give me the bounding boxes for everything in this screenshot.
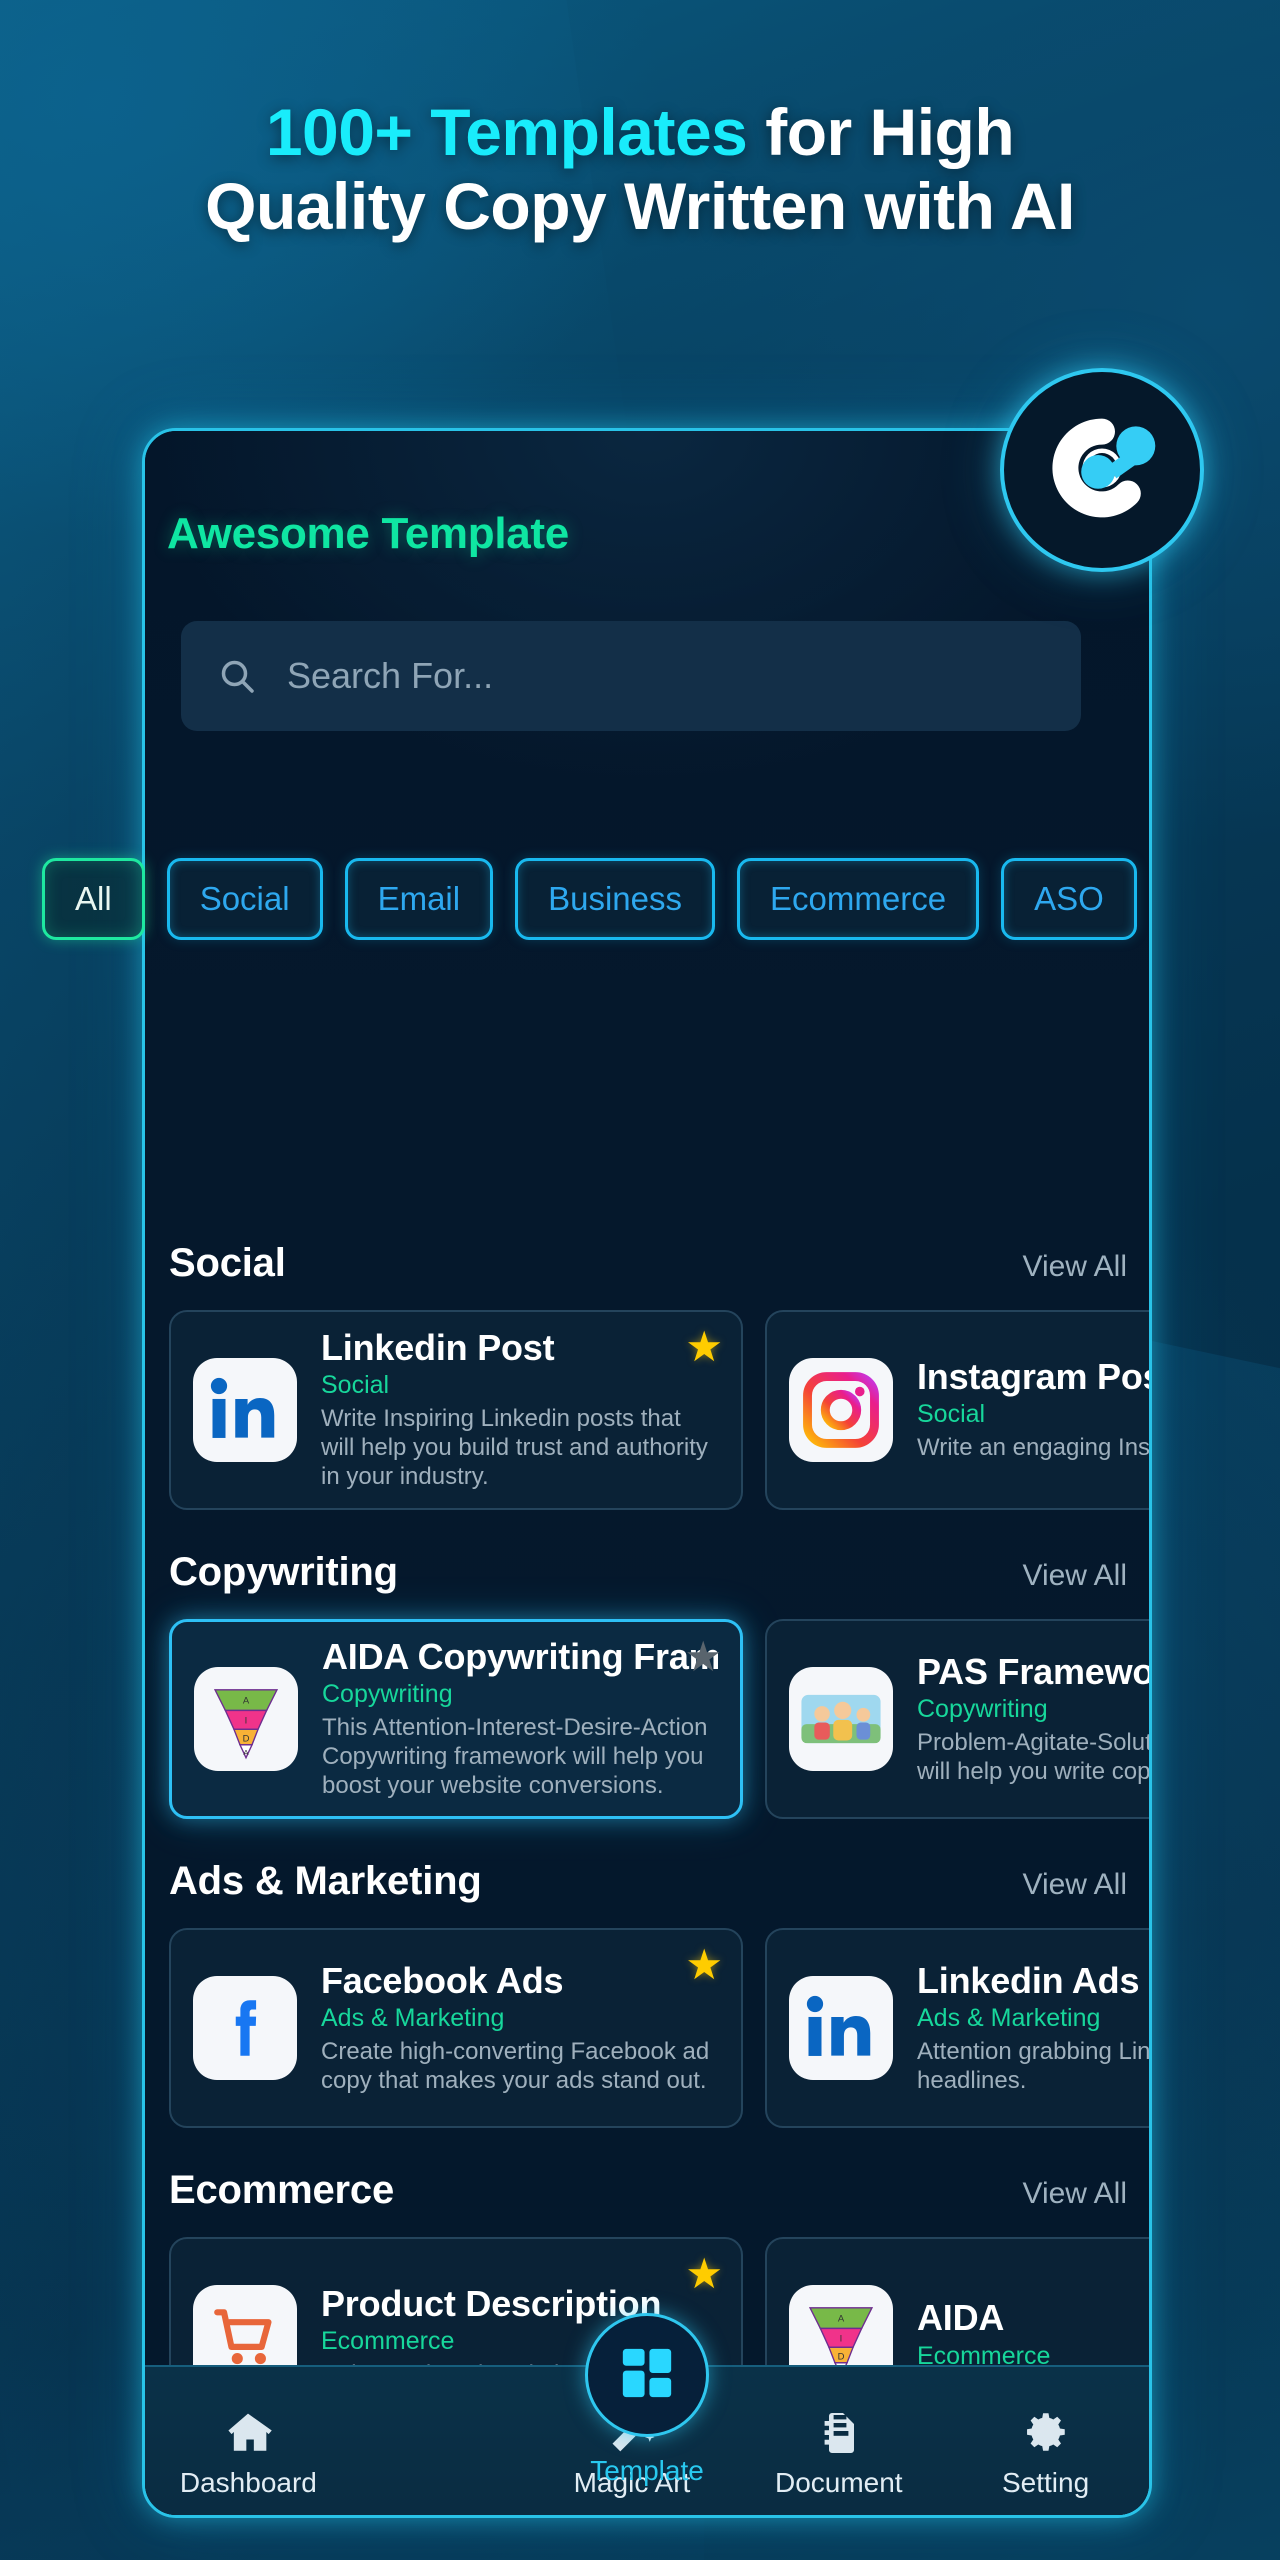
- template-card-description: Attention grabbing Linkedin ad headlines…: [917, 2037, 1149, 2094]
- phone-mockup: Awesome Template Search For... All Socia…: [142, 428, 1152, 2518]
- template-card-title: AIDA: [917, 2298, 1005, 2339]
- grid-icon: [618, 2344, 676, 2407]
- chip-email[interactable]: Email: [344, 858, 494, 940]
- page-headline: 100+ Templates for High Quality Copy Wri…: [0, 95, 1280, 244]
- nav-item-document[interactable]: Document: [749, 2403, 929, 2499]
- template-card-body: PAS FrameworkCopywriting Problem-Agitate-…: [917, 1652, 1149, 1787]
- linkedin-icon: [193, 1358, 297, 1462]
- template-card-description: This Attention-Interest-Desire-Action Co…: [322, 1714, 708, 1800]
- template-card-body: Instagram Post Social Write an engaging In…: [917, 1357, 1149, 1463]
- template-card-row[interactable]: Linkedin Post Social Write Inspiring Linke…: [145, 1310, 1149, 1510]
- search-icon: [217, 656, 257, 696]
- favorite-star-icon[interactable]: ★: [684, 1636, 722, 1678]
- template-card-description: Problem-Agitate-Solution framework will …: [917, 1728, 1149, 1785]
- view-all-link[interactable]: View All: [1022, 2177, 1127, 2211]
- svg-text:A: A: [243, 1748, 249, 1757]
- template-card-body: Facebook Ads Ads & Marketing Create high-c…: [321, 1961, 719, 2096]
- template-card-body: AIDA Copywriting Frame Copywriting This At…: [322, 1637, 718, 1801]
- gear-icon: [1021, 2403, 1071, 2457]
- template-card-row[interactable]: Facebook Ads Ads & Marketing Create high-c…: [145, 1928, 1149, 2128]
- chip-business[interactable]: Business: [515, 858, 716, 940]
- search-input[interactable]: Search For...: [181, 621, 1081, 731]
- template-card-category: Social: [321, 1371, 390, 1400]
- template-card-title: Instagram Post: [917, 1356, 1149, 1397]
- favorite-star-icon[interactable]: ★: [685, 1326, 723, 1368]
- facebook-icon: [193, 1976, 297, 2080]
- section-header: Social View All: [145, 1241, 1149, 1286]
- nav-item-template[interactable]: [585, 2313, 709, 2437]
- template-card[interactable]: Linkedin Ads Ads & Marketing Attention gra…: [765, 1928, 1149, 2128]
- template-card-category: Ads & Marketing: [321, 2003, 505, 2032]
- nav-item-label: Document: [774, 2467, 903, 2498]
- template-card-category: Copywriting: [917, 1694, 1048, 1723]
- headline-rest-line1: for High: [747, 95, 1015, 169]
- svg-text:A: A: [243, 1696, 250, 1707]
- template-card[interactable]: PAS FrameworkCopywriting Problem-Agitate-…: [765, 1619, 1149, 1819]
- search-placeholder: Search For...: [287, 655, 494, 696]
- nav-item-label: Setting: [1001, 2467, 1090, 2498]
- nav-item-dashboard[interactable]: Dashboard: [158, 2403, 338, 2499]
- section-title: Copywriting: [169, 1550, 398, 1594]
- template-card[interactable]: A I D A AIDA Copywriting Frame Copywriting Thi…: [169, 1619, 743, 1819]
- template-card-title: Facebook Ads: [321, 1960, 564, 2001]
- aida-funnel-icon: AIDA: [194, 1667, 298, 1771]
- headline-accent: 100+ Templates: [265, 95, 748, 169]
- home-icon: [223, 2403, 273, 2457]
- chip-ecommerce[interactable]: Ecommerce: [737, 858, 980, 940]
- section-title: Ads & Marketing: [169, 1859, 482, 1903]
- template-card-category: Ads & Marketing: [917, 2003, 1101, 2032]
- favorite-star-icon[interactable]: ★: [685, 1944, 723, 1986]
- instagram-icon: [789, 1358, 893, 1462]
- svg-text:D: D: [838, 2351, 845, 2362]
- template-card-title: AIDA Copywriting Frame: [322, 1637, 718, 1678]
- template-card-description: Write an engaging Instagram post.: [917, 1434, 1149, 1462]
- template-card-row[interactable]: A I D A AIDA Copywriting Frame Copywriting Thi…: [145, 1619, 1149, 1819]
- template-card[interactable]: Facebook Ads Ads & Marketing Create high-c…: [169, 1928, 743, 2128]
- template-card-title: PAS Framework: [917, 1651, 1149, 1692]
- document-icon: [815, 2403, 863, 2457]
- template-card-description: Write Inspiring Linkedin posts that will…: [321, 1405, 708, 1491]
- section-title: Ecommerce: [169, 2168, 394, 2212]
- section-title: Social: [169, 1241, 286, 1285]
- section-header: Ecommerce View All: [145, 2168, 1149, 2213]
- chip-all[interactable]: All: [42, 858, 145, 940]
- chip-aso[interactable]: ASO: [1001, 858, 1137, 940]
- nav-item-template-label: Template: [590, 2455, 704, 2486]
- template-card-category: Social: [917, 1400, 986, 1429]
- category-filter-row-bg: All: [215, 1091, 1149, 1175]
- template-card-category: Copywriting: [322, 1680, 453, 1709]
- category-filter-row[interactable]: All Social Email Business Ecommerce ASO: [42, 856, 1280, 942]
- view-all-link[interactable]: View All: [1022, 1250, 1127, 1284]
- nav-item-label: Dashboard: [179, 2467, 317, 2498]
- template-card-title: Linkedin Post: [321, 1328, 555, 1369]
- template-card-title: Linkedin Ads: [917, 1960, 1140, 2001]
- svg-text:I: I: [245, 1715, 248, 1726]
- app-logo-badge: [1000, 368, 1204, 572]
- template-card[interactable]: Linkedin Post Social Write Inspiring Linke…: [169, 1310, 743, 1510]
- view-all-link[interactable]: View All: [1022, 1868, 1127, 1902]
- section-header: Copywriting View All: [145, 1550, 1149, 1595]
- template-card[interactable]: Instagram Post Social Write an engaging In…: [765, 1310, 1149, 1510]
- pas-people-icon: [789, 1667, 893, 1771]
- chip-social[interactable]: Social: [166, 858, 323, 940]
- page-title: Awesome Template: [167, 509, 569, 558]
- view-all-link[interactable]: View All: [1022, 1559, 1127, 1593]
- nav-item-setting[interactable]: Setting: [956, 2403, 1136, 2499]
- headline-line2: Quality Copy Written with AI: [205, 168, 1075, 243]
- app-logo-icon: [1037, 403, 1167, 538]
- svg-text:I: I: [840, 2333, 843, 2344]
- favorite-star-icon[interactable]: ★: [685, 2253, 723, 2295]
- linkedin-icon: [789, 1976, 893, 2080]
- template-card-description: Create high-converting Facebook ad copy …: [321, 2037, 710, 2094]
- app-screen: Awesome Template Search For... All Socia…: [145, 431, 1149, 2515]
- template-card-body: Linkedin Ads Ads & Marketing Attention gra…: [917, 1961, 1149, 2096]
- svg-text:A: A: [838, 2314, 845, 2325]
- svg-text:D: D: [243, 1733, 250, 1744]
- section-header: Ads & Marketing View All: [145, 1859, 1149, 1904]
- template-card-body: Linkedin Post Social Write Inspiring Linke…: [321, 1328, 719, 1492]
